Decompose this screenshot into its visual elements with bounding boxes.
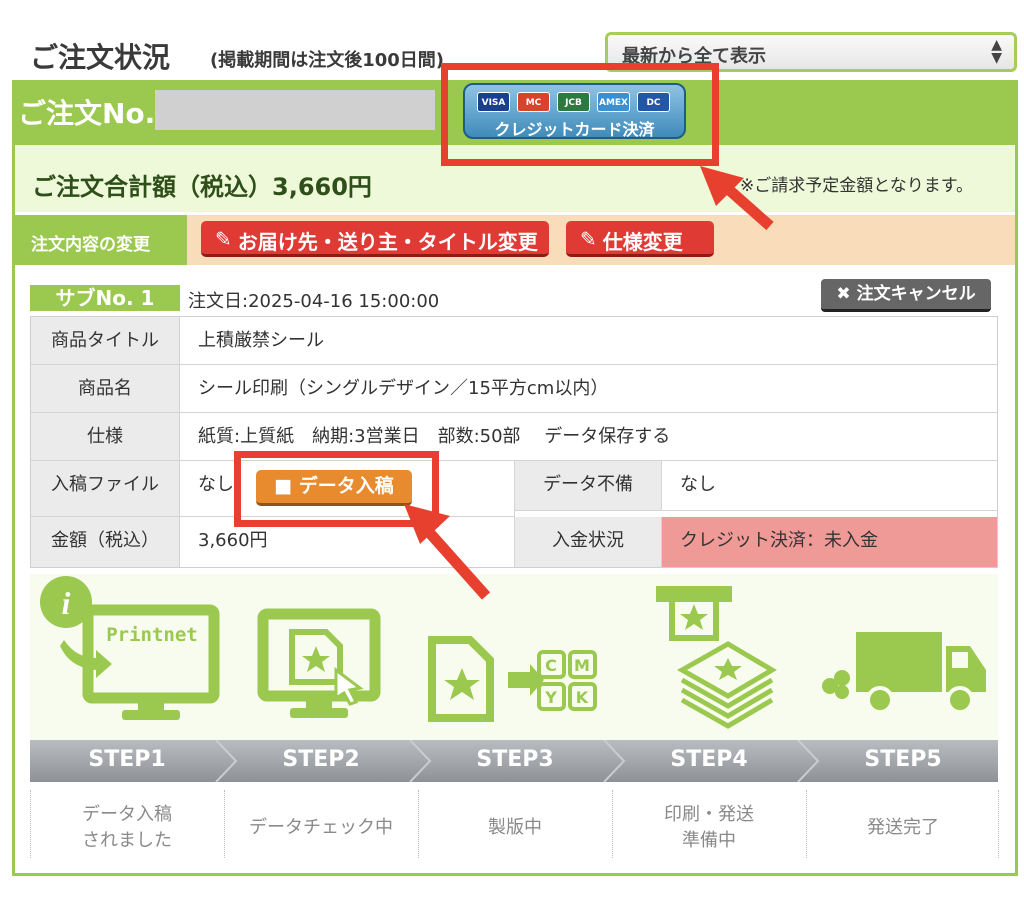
sub-number-label: サブNo. 1 <box>30 285 180 311</box>
order-number-redacted <box>155 90 435 130</box>
upload-file-header: 入稿ファイル <box>31 461 180 517</box>
delivery-truck-icon <box>822 632 986 714</box>
total-note: ※ご請求予定金額となります。 <box>740 176 974 196</box>
cmyk-plate-icon: C M Y K <box>428 636 597 722</box>
steps-illustration: i Printnet C M Y K <box>40 576 986 729</box>
step-4-description: 印刷・発送 準備中 <box>664 804 754 851</box>
product-title-header: 商品タイトル <box>31 317 180 365</box>
order-change-label: 注文内容の変更 <box>31 235 150 255</box>
step-4-label: STEP4 <box>670 747 748 772</box>
step-2-description: データチェック中 <box>249 817 393 838</box>
step-1-description: データ入稿 されました <box>82 804 172 851</box>
annotation-highlight-upload <box>234 451 439 527</box>
amount-header: 金額（税込） <box>31 517 180 567</box>
change-address-label: お届け先・送り主・タイトル変更 <box>237 230 538 254</box>
close-icon: ✖ <box>836 284 851 304</box>
change-address-button[interactable]: ✎ お届け先・送り主・タイトル変更 <box>201 221 549 257</box>
step-5-description: 発送完了 <box>867 817 939 838</box>
step-3-description: 製版中 <box>488 817 542 838</box>
order-date: 注文日:2025-04-16 15:00:00 <box>188 291 440 312</box>
step-5-label: STEP5 <box>864 747 942 772</box>
svg-text:i: i <box>62 585 71 621</box>
order-number-label: ご注文No. <box>18 97 156 130</box>
annotation-highlight-credit <box>441 63 719 166</box>
change-spec-label: 仕様変更 <box>602 230 683 254</box>
edit-icon: ✎ <box>580 227 597 251</box>
cancel-order-label: 注文キャンセル <box>856 284 976 304</box>
svg-text:Y: Y <box>544 688 557 707</box>
step-1-label: STEP1 <box>88 747 166 772</box>
spec-header: 仕様 <box>31 413 180 461</box>
change-spec-button[interactable]: ✎ 仕様変更 <box>566 221 714 257</box>
svg-text:K: K <box>576 688 589 707</box>
order-details-table: 商品タイトル 上積厳禁シール 商品名 シール印刷（シングルデザイン／15平方cm… <box>30 316 998 568</box>
data-missing-header: データ不備 <box>515 461 662 511</box>
product-name-header: 商品名 <box>31 365 180 413</box>
edit-icon: ✎ <box>215 227 232 251</box>
step-2-label: STEP2 <box>282 747 360 772</box>
svg-text:C: C <box>545 656 557 675</box>
printing-stack-icon <box>656 586 777 729</box>
monitor-text: Printnet <box>106 624 198 646</box>
select-arrows-icon: ▲ ▼ <box>991 37 1002 66</box>
payment-status-badge: クレジット決済：未入金 <box>662 517 997 567</box>
product-name-value: シール印刷（シングルデザイン／15平方cm以内） <box>180 365 997 413</box>
product-title-value: 上積厳禁シール <box>180 317 997 365</box>
order-total: ご注文合計額（税込）3,660円 <box>32 173 372 201</box>
page-title: ご注文状況 <box>30 41 171 74</box>
info-monitor-icon: i Printnet <box>40 576 220 720</box>
design-check-monitor-icon <box>257 608 381 718</box>
period-note: (掲載期間は注文後100日間) <box>210 50 445 71</box>
step-3-label: STEP3 <box>476 747 554 772</box>
cancel-order-button[interactable]: ✖ 注文キャンセル <box>821 279 991 312</box>
svg-text:M: M <box>574 656 590 675</box>
data-missing-value: なし <box>662 461 997 511</box>
payment-status-header: 入金状況 <box>515 517 662 567</box>
